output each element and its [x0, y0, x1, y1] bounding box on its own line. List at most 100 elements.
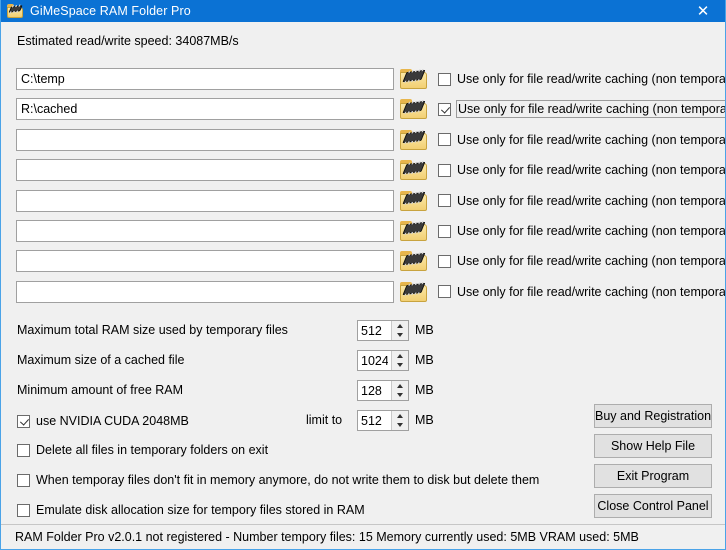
caching-checkbox-label: Use only for file read/write caching (no… — [457, 284, 726, 299]
min-free-ram-stepper[interactable] — [357, 380, 409, 401]
caching-checkbox-label: Use only for file read/write caching (no… — [457, 72, 726, 86]
close-icon[interactable]: ✕ — [680, 0, 725, 22]
path-input[interactable] — [16, 159, 394, 182]
browse-folder-icon[interactable] — [400, 280, 427, 304]
path-row: Use only for file read/write caching (no… — [1, 249, 726, 276]
caching-checkbox[interactable]: Use only for file read/write caching (no… — [438, 69, 726, 89]
max-cached-file-spin-buttons[interactable] — [391, 351, 408, 370]
cuda-limit-spin-buttons[interactable] — [391, 411, 408, 430]
option-no-disk-write[interactable]: When temporay files don't fit in memory … — [17, 471, 540, 489]
checkbox-icon[interactable] — [438, 254, 451, 268]
cuda-checkbox[interactable]: use NVIDIA CUDA 2048MB — [17, 412, 190, 430]
app-window: GiMeSpace RAM Folder Pro ✕ Estimated rea… — [0, 0, 726, 550]
checkbox-icon[interactable] — [438, 133, 451, 147]
spin-down-icon[interactable] — [392, 331, 408, 341]
checkbox-icon[interactable] — [438, 72, 451, 86]
setting-row-max-total-ram: Maximum total RAM size used by temporary… — [1, 320, 725, 344]
spin-down-icon[interactable] — [392, 421, 408, 431]
max-cached-file-unit: MB — [415, 353, 434, 367]
caching-checkbox-label: Use only for file read/write caching (no… — [457, 254, 726, 269]
max-total-ram-input[interactable] — [358, 321, 391, 340]
spin-down-icon[interactable] — [392, 361, 408, 371]
max-cached-file-stepper[interactable] — [357, 350, 409, 371]
min-free-ram-label: Minimum amount of free RAM — [17, 383, 184, 397]
title-bar: GiMeSpace RAM Folder Pro ✕ — [1, 0, 725, 22]
browse-folder-icon[interactable] — [400, 97, 427, 121]
max-cached-file-input[interactable] — [358, 351, 391, 370]
option-label: Delete all files in temporary folders on… — [36, 443, 269, 457]
cuda-limit-input[interactable] — [358, 411, 391, 430]
close-control-panel-button[interactable]: Close Control Panel — [594, 494, 712, 518]
caching-checkbox[interactable]: Use only for file read/write caching (no… — [438, 99, 725, 119]
caching-checkbox-label: Use only for file read/write caching (no… — [457, 193, 726, 208]
caching-checkbox[interactable]: Use only for file read/write caching (no… — [438, 251, 726, 271]
path-input[interactable] — [16, 250, 394, 273]
setting-row-min-free-ram: Minimum amount of free RAM MB — [1, 380, 725, 404]
path-input[interactable] — [16, 98, 394, 121]
caching-checkbox-label: Use only for file read/write caching (no… — [457, 224, 726, 238]
path-row: Use only for file read/write caching (no… — [1, 97, 725, 124]
exit-program-button[interactable]: Exit Program — [594, 464, 712, 488]
path-row: Use only for file read/write caching (no… — [1, 128, 726, 155]
checkbox-icon[interactable] — [438, 224, 451, 238]
max-total-ram-stepper[interactable] — [357, 320, 409, 341]
browse-folder-icon[interactable] — [400, 219, 427, 243]
checkbox-icon[interactable] — [438, 285, 451, 299]
caching-checkbox-label: Use only for file read/write caching (no… — [457, 163, 726, 178]
checkbox-icon[interactable] — [438, 163, 451, 177]
path-input[interactable] — [16, 68, 394, 90]
path-input[interactable] — [16, 280, 394, 303]
cuda-limit-label: limit to — [306, 413, 343, 427]
caching-checkbox[interactable]: Use only for file read/write caching (no… — [438, 160, 726, 180]
spin-up-icon[interactable] — [392, 381, 408, 391]
caching-checkbox-label: Use only for file read/write caching (no… — [457, 132, 726, 147]
checkbox-icon[interactable] — [438, 102, 451, 116]
setting-row-max-cached-file: Maximum size of a cached file MB — [1, 350, 725, 374]
max-total-ram-spin-buttons[interactable] — [391, 321, 408, 340]
max-total-ram-label: Maximum total RAM size used by temporary… — [17, 323, 288, 337]
path-row: Use only for file read/write caching (no… — [1, 67, 726, 94]
path-input[interactable] — [16, 220, 394, 242]
path-input[interactable] — [16, 189, 394, 212]
status-bar: RAM Folder Pro v2.0.1 not registered - N… — [1, 524, 725, 549]
checkbox-icon[interactable] — [438, 194, 451, 208]
browse-folder-icon[interactable] — [400, 189, 427, 213]
option-emulate-allocation-size[interactable]: Emulate disk allocation size for tempory… — [17, 501, 366, 519]
caching-checkbox-label: Use only for file read/write caching (no… — [456, 100, 725, 119]
spin-up-icon[interactable] — [392, 411, 408, 421]
checkbox-icon[interactable] — [17, 473, 30, 487]
browse-folder-icon[interactable] — [400, 249, 427, 273]
option-label: When temporay files don't fit in memory … — [36, 473, 540, 487]
browse-folder-icon[interactable] — [400, 67, 427, 91]
option-delete-all-files[interactable]: Delete all files in temporary folders on… — [17, 441, 269, 459]
checkbox-icon[interactable] — [17, 443, 30, 457]
cuda-limit-unit: MB — [415, 413, 434, 427]
folder-ram-icon — [7, 3, 23, 19]
buy-and-registration-button[interactable]: Buy and Registration — [594, 404, 712, 428]
spin-up-icon[interactable] — [392, 351, 408, 361]
show-help-file-button[interactable]: Show Help File — [594, 434, 712, 458]
spin-down-icon[interactable] — [392, 391, 408, 401]
browse-folder-icon[interactable] — [400, 128, 427, 152]
min-free-ram-spin-buttons[interactable] — [391, 381, 408, 400]
caching-checkbox[interactable]: Use only for file read/write caching (no… — [438, 191, 726, 211]
max-cached-file-label: Maximum size of a cached file — [17, 353, 185, 367]
path-row: Use only for file read/write caching (no… — [1, 189, 726, 216]
browse-folder-icon[interactable] — [400, 158, 427, 182]
caching-checkbox[interactable]: Use only for file read/write caching (no… — [438, 221, 726, 241]
estimated-speed-label: Estimated read/write speed: 34087MB/s — [17, 34, 239, 48]
path-row: Use only for file read/write caching (no… — [1, 158, 726, 185]
cuda-limit-stepper[interactable] — [357, 410, 409, 431]
min-free-ram-unit: MB — [415, 383, 434, 397]
path-row: Use only for file read/write caching (no… — [1, 280, 726, 307]
status-text: RAM Folder Pro v2.0.1 not registered - N… — [15, 530, 639, 544]
checkbox-icon[interactable] — [17, 414, 30, 428]
option-label: Emulate disk allocation size for tempory… — [36, 503, 365, 517]
min-free-ram-input[interactable] — [358, 381, 391, 400]
caching-checkbox[interactable]: Use only for file read/write caching (no… — [438, 282, 726, 302]
caching-checkbox[interactable]: Use only for file read/write caching (no… — [438, 130, 726, 150]
spin-up-icon[interactable] — [392, 321, 408, 331]
path-input[interactable] — [16, 128, 394, 151]
checkbox-icon[interactable] — [17, 503, 30, 517]
cuda-label: use NVIDIA CUDA 2048MB — [36, 414, 189, 428]
